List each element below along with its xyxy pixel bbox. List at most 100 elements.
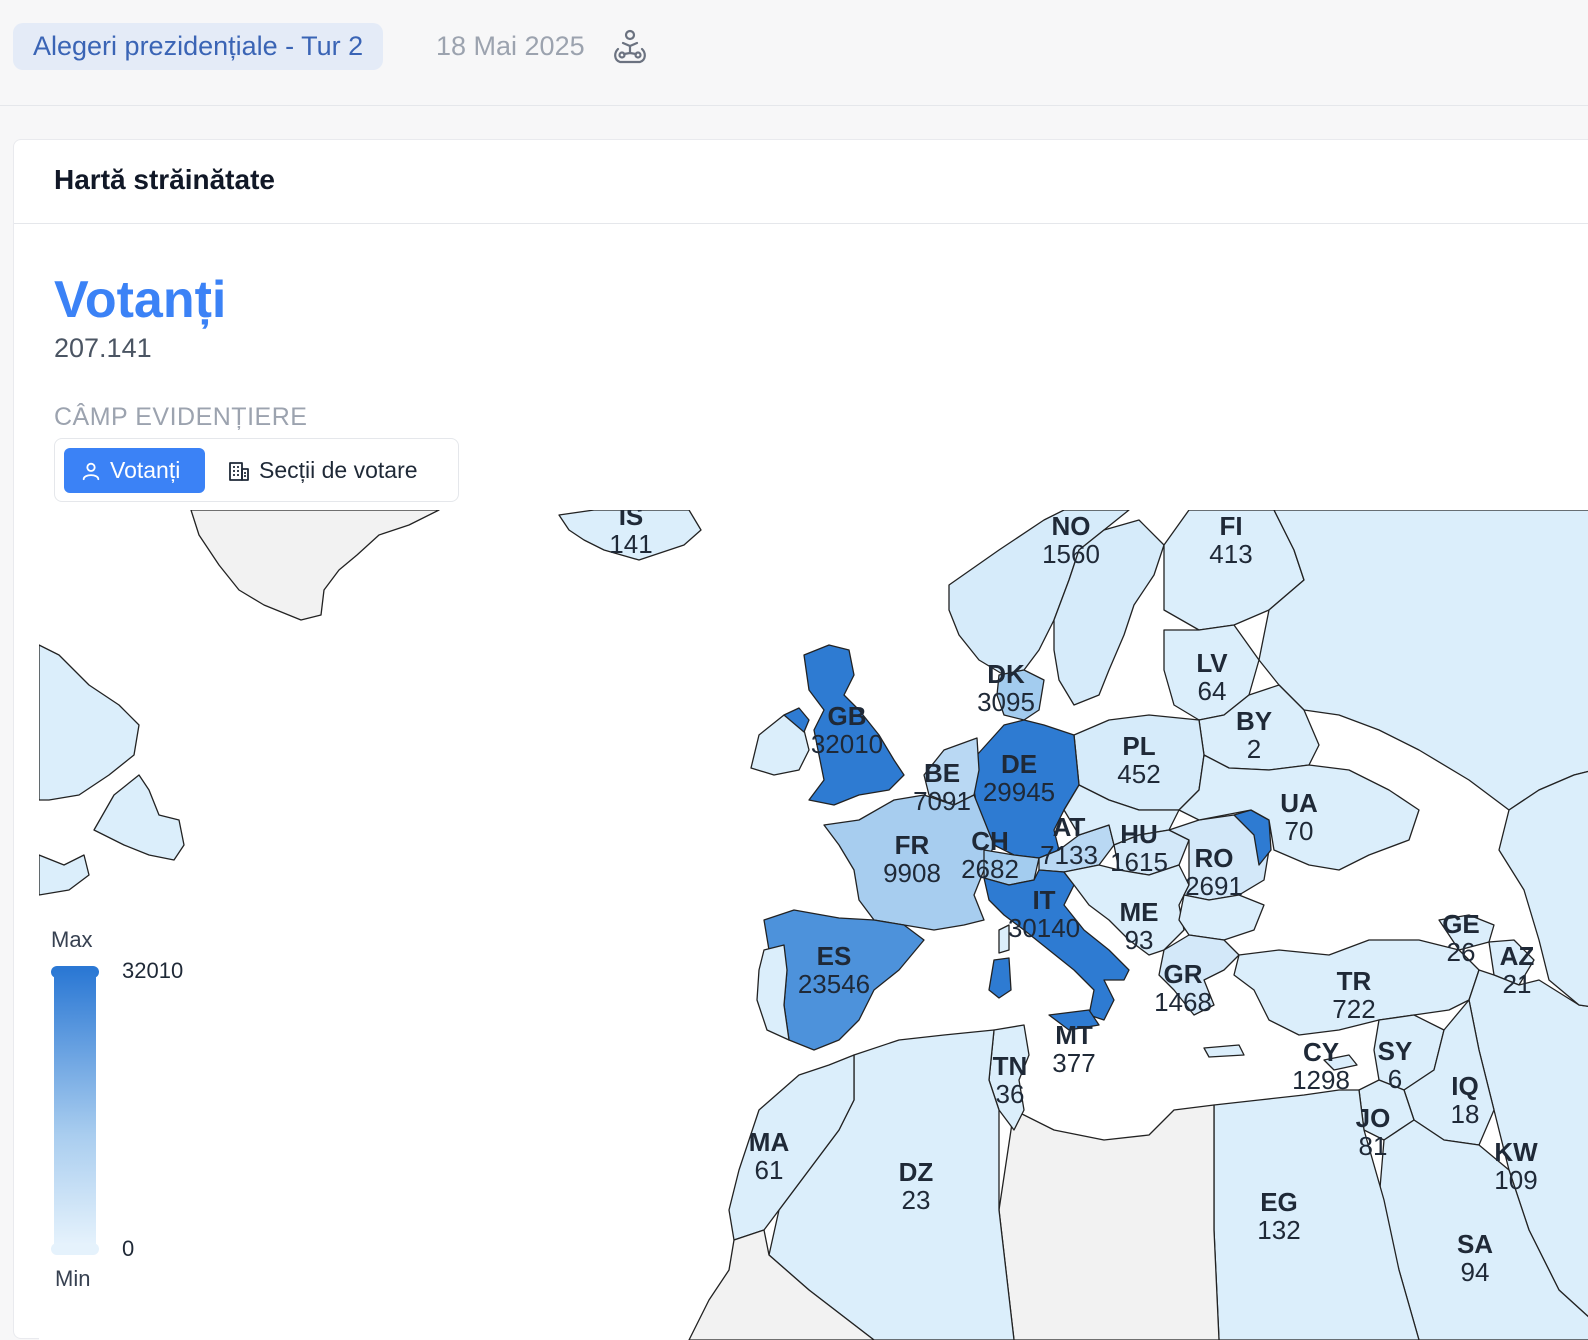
country-value: 3095 [977, 687, 1035, 717]
country-value: 64 [1198, 676, 1227, 706]
country-value: 30140 [1008, 913, 1080, 943]
country-label-tr: TR 722 [1332, 966, 1375, 1024]
country-code: SA [1457, 1229, 1493, 1259]
country-value: 1298 [1292, 1065, 1350, 1095]
country-bulgaria[interactable] [1178, 894, 1265, 941]
card-title: Hartă străinătate [54, 164, 275, 195]
abroad-map-card: Hartă străinătate Votanți 207.141 CÂMP E… [13, 139, 1588, 1340]
country-code: LV [1196, 648, 1228, 678]
country-label-pl: PL 452 [1117, 731, 1160, 789]
user-icon [82, 462, 100, 480]
country-nova-scotia[interactable] [39, 854, 90, 896]
country-value: 29945 [983, 777, 1055, 807]
country-code: AZ [1500, 941, 1535, 971]
country-label-eg: EG 132 [1257, 1187, 1300, 1245]
country-code: DK [987, 659, 1025, 689]
country-value: 377 [1052, 1048, 1095, 1078]
country-label-sa: SA 94 [1457, 1229, 1493, 1287]
map-canvas[interactable]: IS 141NO 1560FI 413DK 3095LV 64BY 2GB 32010 PL 45… [39, 510, 1588, 1340]
election-date: 18 Mai 2025 [436, 31, 585, 61]
people-group-icon[interactable] [610, 27, 650, 67]
country-label-tn: TN 36 [993, 1051, 1028, 1109]
country-code: AT [1053, 812, 1086, 842]
country-code: ME [1120, 897, 1159, 927]
country-code: KW [1494, 1137, 1538, 1167]
country-crete[interactable] [1203, 1044, 1245, 1058]
country-code: GR [1164, 959, 1203, 989]
choropleth-map[interactable]: IS 141 NO 1560 FI 413 DK 3095 LV 64 BY 2 GB 32010 PL 45… [39, 510, 1588, 1340]
country-value: 9908 [883, 858, 941, 888]
country-code: DE [1001, 749, 1037, 779]
country-canada[interactable] [39, 644, 140, 801]
country-code: NO [1052, 511, 1091, 541]
country-label-iq: IQ 18 [1451, 1071, 1480, 1129]
country-greenland[interactable] [190, 510, 440, 621]
toggle-votanti-label: Votanți [110, 457, 181, 483]
toggle-sectii-button[interactable]: Secții de votare [215, 448, 453, 493]
country-code: PL [1122, 731, 1155, 761]
country-label-mt: MT 377 [1052, 1020, 1095, 1078]
country-code: BY [1236, 706, 1272, 736]
country-code: FR [895, 830, 930, 860]
country-code: FI [1219, 511, 1242, 541]
top-bar: Alegeri prezidențiale - Tur 2 18 Mai 202… [0, 0, 1588, 106]
country-value: 26 [1447, 937, 1476, 967]
country-code: MA [749, 1127, 790, 1157]
country-code: TR [1337, 966, 1372, 996]
legend-color-scale [54, 970, 96, 1245]
country-sardinia[interactable] [988, 957, 1012, 999]
card-header: Hartă străinătate [14, 140, 1588, 224]
country-value: 18 [1451, 1099, 1480, 1129]
toggle-votanti-button[interactable]: Votanți [64, 448, 205, 493]
election-selector[interactable]: Alegeri prezidențiale - Tur 2 [13, 23, 384, 70]
country-label-ma: MA 61 [749, 1127, 790, 1185]
legend-max-value: 32010 [122, 958, 184, 983]
country-label-kw: KW 109 [1494, 1137, 1538, 1195]
country-code: CH [971, 826, 1009, 856]
country-value: 2 [1247, 734, 1261, 764]
country-code: IS [619, 510, 644, 531]
highlight-field-toggle: Votanți Secții de votare [54, 438, 459, 502]
building-icon [229, 461, 249, 481]
country-code: EG [1260, 1187, 1298, 1217]
country-libya[interactable] [998, 1104, 1220, 1340]
country-value: 141 [609, 529, 652, 559]
country-value: 23 [902, 1185, 931, 1215]
country-value: 21 [1503, 969, 1532, 999]
metric-value: 207.141 [54, 333, 152, 363]
country-value: 2682 [961, 854, 1019, 884]
country-code: GB [828, 701, 867, 731]
country-code: HU [1120, 819, 1158, 849]
country-code: BE [924, 758, 960, 788]
country-code: DZ [899, 1157, 934, 1187]
country-value: 94 [1461, 1257, 1490, 1287]
country-label-jo: JO 81 [1356, 1103, 1391, 1161]
country-code: RO [1195, 843, 1234, 873]
country-code: MT [1055, 1020, 1093, 1050]
country-label-ua: UA 70 [1280, 788, 1318, 846]
country-label-lv: LV 64 [1196, 648, 1228, 706]
country-value: 413 [1209, 539, 1252, 569]
country-value: 452 [1117, 759, 1160, 789]
country-value: 6 [1388, 1064, 1402, 1094]
country-value: 23546 [798, 969, 870, 999]
country-value: 7133 [1040, 840, 1098, 870]
country-value: 81 [1359, 1131, 1388, 1161]
country-value: 109 [1494, 1165, 1537, 1195]
country-value: 70 [1285, 816, 1314, 846]
country-value: 7091 [913, 786, 971, 816]
country-code: UA [1280, 788, 1318, 818]
country-value: 32010 [811, 729, 883, 759]
legend-min-label: Min [55, 1266, 91, 1291]
country-value: 1560 [1042, 539, 1100, 569]
country-portugal[interactable] [756, 944, 790, 1041]
country-value: 1468 [1154, 987, 1212, 1017]
metric-title: Votanți [54, 271, 227, 329]
country-code: CY [1303, 1037, 1339, 1067]
country-newfoundland[interactable] [93, 774, 185, 861]
legend-min-value: 0 [122, 1236, 135, 1261]
country-label-dz: DZ 23 [899, 1157, 934, 1215]
highlight-field-label: CÂMP EVIDENȚIERE [54, 403, 308, 431]
country-code: TN [993, 1051, 1028, 1081]
country-value: 1615 [1110, 847, 1168, 877]
